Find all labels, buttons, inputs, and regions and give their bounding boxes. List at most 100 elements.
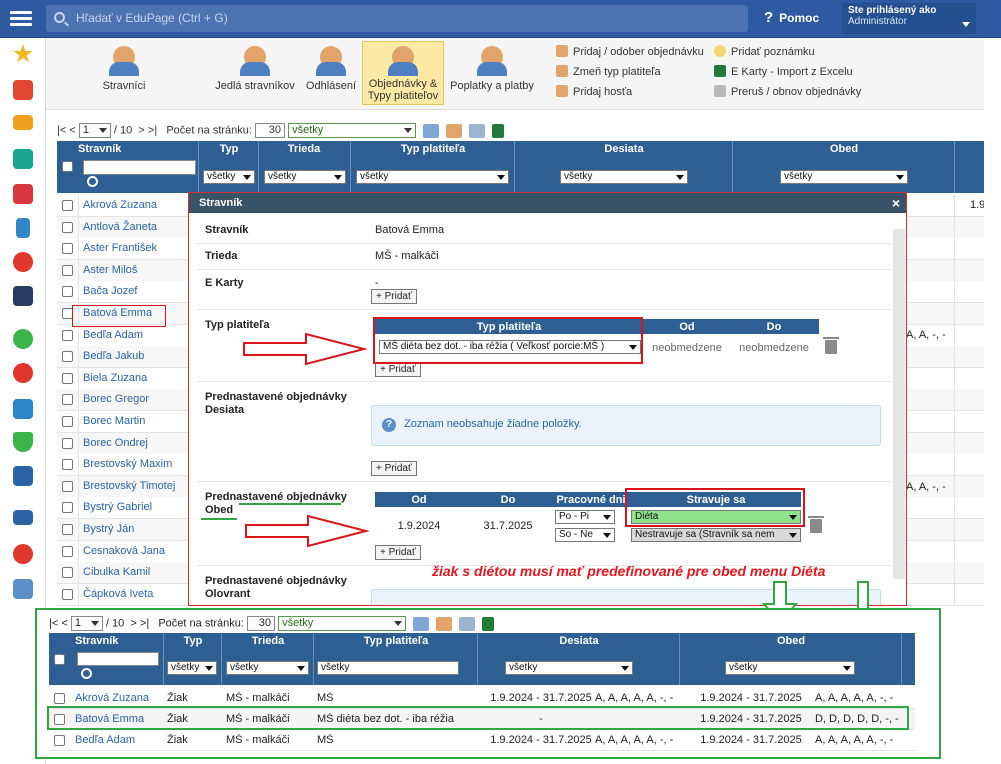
row-checkbox[interactable] (62, 351, 73, 362)
pridaj-hosta-link[interactable]: Pridaj hosťa (556, 85, 632, 98)
col-typ-platitela[interactable]: Typ platiteľa (352, 143, 514, 155)
filter-typ[interactable]: všetky (203, 170, 255, 184)
prerus-obnov-objednavky-link[interactable]: Preruš / obnov objednávky (714, 85, 861, 98)
table-row[interactable]: Brestovský Timotej (57, 476, 188, 498)
row-checkbox[interactable] (62, 481, 73, 492)
add-typ-platitela-button[interactable]: + Pridať (375, 362, 421, 377)
name-filter-input[interactable] (83, 160, 196, 175)
user-settings-icon[interactable] (436, 616, 453, 631)
add-desiata-button[interactable]: + Pridať (371, 461, 417, 476)
zmen-typ-platitela-link[interactable]: Zmeň typ platiteľa (556, 65, 661, 78)
table-row[interactable]: Bedľa Jakub (57, 346, 188, 368)
student-name-link[interactable]: Borec Gregor (83, 393, 149, 405)
student-name-link[interactable]: Cesnaková Jana (83, 545, 165, 557)
pager-first[interactable]: |< (57, 124, 66, 136)
excel-icon[interactable] (492, 123, 505, 138)
select-all-checkbox[interactable] (54, 654, 65, 665)
table-row[interactable]: Cibulka Kamil (57, 562, 188, 584)
stravuje-sa-select-nestravuje[interactable]: Nestravuje sa (Stravník sa nem (631, 528, 801, 542)
student-name-link[interactable]: Bedľa Jakub (83, 350, 144, 362)
jedla-stravnikov-button[interactable]: Jedlá stravníkov (212, 42, 298, 104)
table-row[interactable]: Bača Jozef (57, 281, 188, 303)
student-name-link[interactable]: Aster Miloš (83, 264, 137, 276)
col-desiata[interactable]: Desiata (516, 143, 732, 155)
bar-chart-icon[interactable] (13, 466, 33, 486)
row-checkbox[interactable] (62, 524, 73, 535)
tools-icon[interactable] (413, 616, 430, 631)
pager-prev[interactable]: < (69, 124, 75, 136)
row-checkbox[interactable] (62, 243, 73, 254)
calendar-icon[interactable] (13, 286, 33, 306)
table-row[interactable]: Akrová Zuzana (57, 195, 188, 217)
shield-icon[interactable] (13, 432, 33, 452)
row-checkbox[interactable] (54, 693, 65, 704)
table-row[interactable]: Antlová Žaneta (57, 217, 188, 239)
student-name-link[interactable]: Bedľa Adam (83, 329, 143, 341)
user-menu[interactable]: Ste prihlásený ako Administrátor (842, 3, 976, 34)
student-name-link[interactable]: Borec Ondrej (83, 437, 148, 449)
student-name-link[interactable]: Akrová Zuzana (75, 692, 165, 704)
pager-next[interactable]: > (138, 124, 144, 136)
student-name-link[interactable]: Biela Zuzana (83, 372, 147, 384)
table-row[interactable]: Bedľa Adam (57, 325, 188, 347)
table-row[interactable]: Biela Zuzana (57, 368, 188, 390)
phone-icon[interactable] (16, 218, 30, 238)
pager-last[interactable]: >| (148, 124, 157, 136)
search-icon[interactable] (81, 668, 92, 679)
magic-wand-icon[interactable] (13, 80, 33, 100)
table-row[interactable]: Čápková Iveta (57, 584, 188, 606)
row-checkbox[interactable] (62, 286, 73, 297)
odhlaseni-button[interactable]: Odhlásení (302, 42, 360, 104)
table-row[interactable]: Cesnaková Jana (57, 541, 188, 563)
check-icon[interactable] (13, 329, 33, 349)
columns-icon[interactable] (459, 616, 476, 631)
add-ekarta-button[interactable]: + Pridať (371, 289, 417, 304)
filter-trieda[interactable]: všetky (264, 170, 346, 184)
pridaj-odober-objednavku-link[interactable]: Pridaj / odober objednávku (556, 45, 704, 58)
col-obed[interactable]: Obed (734, 143, 954, 155)
search-icon[interactable] (87, 176, 98, 187)
stravnici-button[interactable]: Stravníci (88, 42, 160, 104)
row-checkbox[interactable] (62, 222, 73, 233)
student-name-link[interactable]: Bystrý Gabriel (83, 501, 152, 513)
table-row[interactable]: Brestovský Maxim (57, 454, 188, 476)
student-name-link[interactable]: Bedľa Adam (75, 734, 165, 746)
table-row[interactable]: Bystrý Gabriel (57, 497, 188, 519)
close-icon[interactable]: × (892, 193, 900, 213)
row-checkbox[interactable] (62, 394, 73, 405)
col-typ[interactable]: Typ (200, 143, 258, 155)
filter-desiata[interactable]: všetky (560, 170, 688, 184)
student-name-link[interactable]: Aster František (83, 242, 157, 254)
delete-icon[interactable] (823, 337, 839, 354)
select-all-checkbox[interactable] (62, 161, 73, 172)
student-name-link[interactable]: Bača Jozef (83, 285, 137, 297)
table-row[interactable]: Borec Ondrej (57, 433, 188, 455)
add-obed-button[interactable]: + Pridať (375, 545, 421, 560)
columns-icon[interactable] (469, 123, 486, 138)
table-row[interactable]: Aster František (57, 238, 188, 260)
row-checkbox[interactable] (62, 416, 73, 427)
col-trieda[interactable]: Trieda (260, 143, 348, 155)
delete-icon[interactable] (808, 516, 824, 533)
col-stravnik[interactable]: Stravník (78, 143, 198, 155)
objednavky-typy-platitelov-button[interactable]: Objednávky & Typy platiteľov (362, 41, 444, 105)
search-input[interactable]: Hľadať v EduPage (Ctrl + G) (46, 5, 748, 32)
name-filter-input[interactable] (77, 652, 159, 666)
student-name-link[interactable]: Brestovský Maxim (83, 458, 172, 470)
user-settings-icon[interactable] (446, 123, 463, 138)
user-icon[interactable] (13, 252, 33, 272)
table-row[interactable]: Bystrý Ján (57, 519, 188, 541)
table-row[interactable]: Borec Gregor (57, 389, 188, 411)
row-checkbox[interactable] (62, 330, 73, 341)
book-icon[interactable] (13, 510, 33, 525)
student-name-link[interactable]: Borec Martin (83, 415, 145, 427)
row-checkbox[interactable] (62, 265, 73, 276)
timetable-icon[interactable] (13, 184, 33, 204)
row-checkbox[interactable] (62, 546, 73, 557)
row-checkbox[interactable] (62, 567, 73, 578)
e-karty-import-link[interactable]: E Karty - Import z Excelu (714, 65, 853, 78)
home-icon[interactable] (13, 149, 33, 169)
student-name-link[interactable]: Antlová Žaneta (83, 221, 157, 233)
chat-icon[interactable] (13, 544, 33, 564)
student-name-link[interactable]: Čápková Iveta (83, 588, 153, 600)
